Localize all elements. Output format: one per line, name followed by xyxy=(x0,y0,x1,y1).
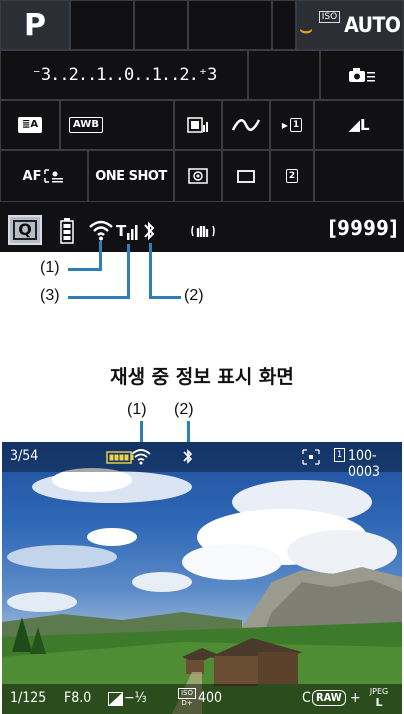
card-slot-2: 2 xyxy=(285,169,299,183)
image-quality-value: ◢L xyxy=(348,116,370,134)
drive-mode-cell[interactable] xyxy=(222,150,270,202)
empty-cell xyxy=(314,150,404,202)
wifi-icon xyxy=(131,449,151,465)
auto-lighting-optimizer-icon xyxy=(187,117,208,133)
quick-control-button[interactable]: Q xyxy=(8,215,42,245)
empty-cell xyxy=(272,0,296,50)
landscape-photo xyxy=(2,468,402,714)
single-shot-icon xyxy=(237,170,255,183)
picture-style-value: ≣A xyxy=(17,117,43,133)
raw-badge: RAW xyxy=(312,690,346,706)
playback-info-screen: 3/54 1 100-0003 1/125 F8.0 −⅓ ISO D+ 400… xyxy=(2,442,402,714)
callout-1: (1) xyxy=(40,259,60,276)
callout-3: (3) xyxy=(40,287,60,304)
frame-index: 3/54 xyxy=(10,448,39,464)
exposure-level-cell[interactable]: ⁻3..2..1..0..1..2.⁺3 xyxy=(0,50,248,100)
iso-cell[interactable]: ⌣ ISO AUTO xyxy=(296,0,404,50)
battery-icon xyxy=(60,218,74,244)
jpeg-quality: JPEG L xyxy=(364,686,394,708)
tone-curve-icon xyxy=(231,119,261,131)
metering-mode-cell[interactable] xyxy=(174,150,222,202)
iso-badge: ISO xyxy=(318,11,341,23)
exposure-level-scale: ⁻3..2..1..0..1..2.⁺3 xyxy=(31,65,218,85)
iso-bottom: D+ xyxy=(181,699,193,707)
af-area-label: AF xyxy=(22,168,42,184)
c-prefix: C xyxy=(302,690,311,706)
empty-cell xyxy=(188,0,272,50)
aperture-value: F8.0 xyxy=(64,690,92,706)
metering-mode-icon xyxy=(188,168,208,184)
image-quality-cell[interactable]: ◢L xyxy=(314,100,404,150)
iso-badge: ISO D+ xyxy=(178,688,196,708)
drive-settings-cell[interactable] xyxy=(320,50,404,100)
white-balance-value: AWB xyxy=(69,117,103,133)
bluetooth-icon xyxy=(183,449,193,464)
exposure-compensation-icon xyxy=(108,692,123,706)
shooting-mode-value: P xyxy=(24,7,46,43)
card-slot-1-cell[interactable]: ▸ 1 xyxy=(270,100,314,150)
slot-arrow-icon: ▸ xyxy=(281,118,288,132)
shooting-mode-cell[interactable]: P xyxy=(0,0,70,50)
callout-line xyxy=(99,241,102,270)
metering-cell[interactable] xyxy=(174,100,222,150)
callout-playback-1: (1) xyxy=(127,401,147,418)
callout-line xyxy=(127,244,130,299)
card-slot-2-cell[interactable]: 2 xyxy=(270,150,314,202)
bluetooth-icon xyxy=(144,221,155,241)
plus-sign: + xyxy=(350,690,361,706)
q-label: Q xyxy=(13,220,37,240)
shutter-speed: 1/125 xyxy=(10,690,47,706)
callout-2: (2) xyxy=(184,287,204,304)
exposure-compensation-value: −⅓ xyxy=(124,690,147,706)
callout-line xyxy=(149,296,181,299)
af-operation-cell[interactable]: ONE SHOT xyxy=(88,150,174,202)
image-stabilizer-icon xyxy=(191,225,215,237)
af-area-cell[interactable]: AF xyxy=(0,150,88,202)
callout-playback-2: (2) xyxy=(174,401,194,418)
white-balance-cell[interactable]: AWB xyxy=(60,100,174,150)
picture-style-cell[interactable]: ≣A xyxy=(0,100,60,150)
section-heading: 재생 중 정보 표시 화면 xyxy=(110,366,294,388)
wifi-icon xyxy=(89,220,113,241)
callout-line xyxy=(68,296,130,299)
jpeg-size: L xyxy=(375,696,383,709)
iso-top: ISO xyxy=(178,688,196,699)
empty-cell xyxy=(248,50,320,100)
iso-value: AUTO xyxy=(344,13,401,37)
callout-line xyxy=(68,268,102,271)
card-slot-badge: 1 xyxy=(334,448,346,462)
empty-cell xyxy=(70,0,134,50)
shots-remaining: [9999] xyxy=(328,216,398,240)
camera-settings-icon xyxy=(349,68,375,82)
empty-cell xyxy=(134,0,188,50)
af-area-icon xyxy=(44,169,64,183)
iso-value: 400 xyxy=(198,690,223,706)
wireless-signal-icon: T xyxy=(116,222,138,240)
af-operation-value: ONE SHOT xyxy=(95,168,167,184)
af-indicator-icon: ⌣ xyxy=(299,17,313,41)
tone-curve-cell[interactable] xyxy=(222,100,270,150)
callout-line xyxy=(149,243,152,299)
card-slot-1: 1 xyxy=(289,118,303,132)
svg-text:T: T xyxy=(116,222,127,240)
file-number: 100-0003 xyxy=(348,448,381,480)
quick-control-screen: P ⌣ ISO AUTO ⁻3..2..1..0..1..2.⁺3 ≣A AWB xyxy=(0,0,404,252)
af-point-icon xyxy=(302,449,320,465)
